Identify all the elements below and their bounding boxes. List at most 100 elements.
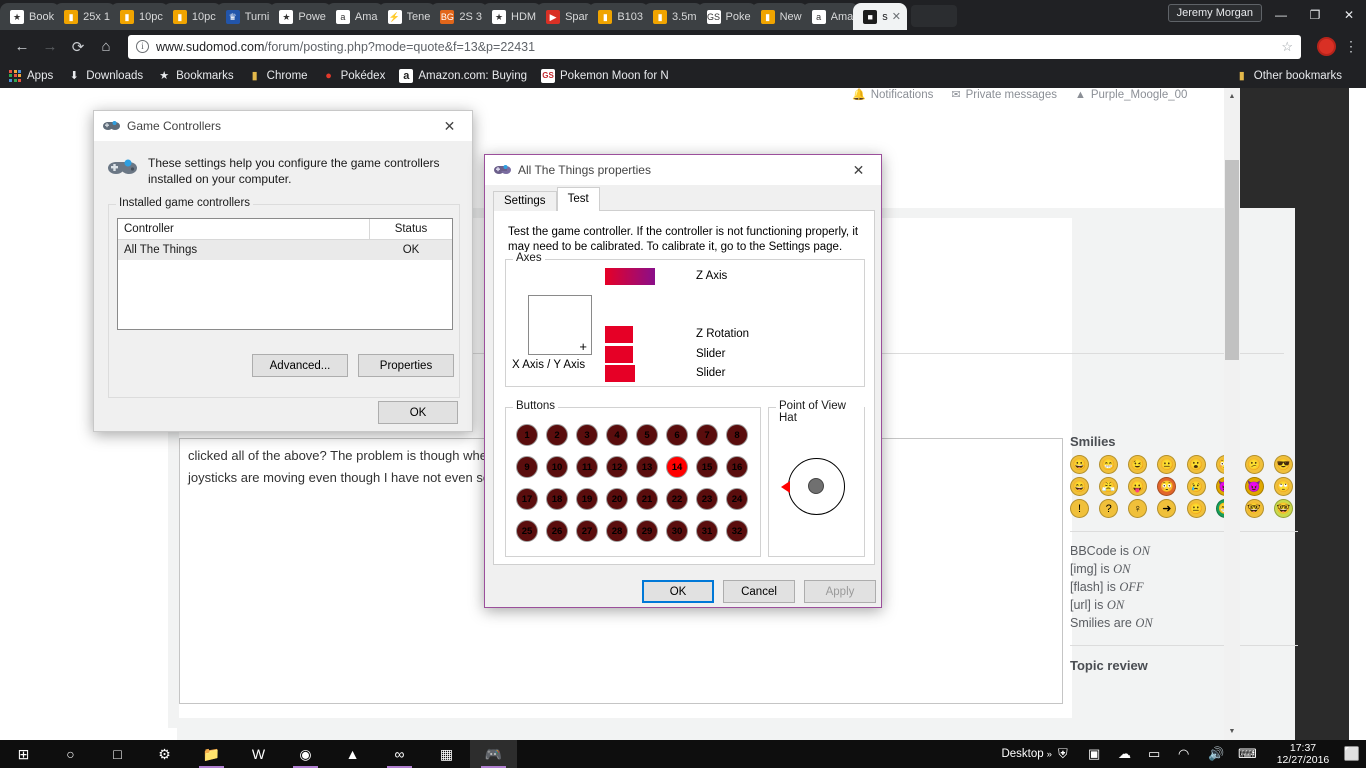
smiley-cry-icon[interactable]: 😢 — [1186, 477, 1206, 496]
page-scrollbar[interactable]: ▲ ▼ — [1224, 88, 1240, 740]
tray-volume-icon[interactable]: 🔊 — [1208, 746, 1238, 762]
desktop-label[interactable]: Desktop» — [995, 740, 1058, 768]
profile-avatar[interactable] — [1317, 37, 1336, 56]
other-bookmarks-item[interactable]: ▮ Other bookmarks — [1235, 69, 1342, 83]
controllers-list[interactable]: Controller Status All The Things OK — [117, 218, 453, 330]
smiley-surprised-icon[interactable]: 😮 — [1186, 455, 1206, 474]
header-link[interactable]: ▲ Purple_Moogle_00 — [1075, 89, 1187, 101]
smiley-neutral-icon[interactable]: 😐 — [1157, 455, 1177, 474]
bookmark-star-icon[interactable]: ☆ — [1281, 39, 1293, 55]
gc-ok-button[interactable]: OK — [378, 401, 458, 424]
taskbar-settings-icon[interactable]: ⚙ — [141, 740, 188, 768]
window-close-button[interactable]: ✕ — [1332, 0, 1366, 30]
browser-tab[interactable]: ▮ B103 — [588, 3, 650, 30]
browser-profile-name[interactable]: Jeremy Morgan — [1167, 4, 1262, 22]
bookmark-item[interactable]: a Amazon.com: Buying — [399, 68, 527, 83]
prop-tab-settings[interactable]: Settings — [493, 191, 557, 211]
prop-dialog-titlebar[interactable]: All The Things properties ✕ — [485, 155, 881, 185]
scrollbar-thumb[interactable] — [1225, 160, 1239, 360]
forward-button[interactable]: → — [36, 33, 64, 61]
smiley-neutral2-icon[interactable]: 😐 — [1186, 499, 1206, 518]
browser-tab[interactable]: ♛ Turni — [215, 3, 276, 30]
table-row[interactable]: All The Things OK — [118, 240, 452, 260]
browser-tab[interactable]: ▮ 10pc — [110, 3, 169, 30]
smiley-mad-icon[interactable]: 😤 — [1099, 477, 1119, 496]
action-center-icon[interactable]: ⬜ — [1338, 740, 1366, 768]
taskbar-vlc-icon[interactable]: ▲ — [329, 740, 376, 768]
browser-tab[interactable]: BG 2S 3 — [430, 3, 489, 30]
smiley-exclaim-icon[interactable]: ! — [1070, 499, 1089, 518]
tray-defender-icon[interactable]: ⛨ — [1058, 746, 1088, 762]
reload-button[interactable]: ⟳ — [64, 33, 92, 61]
taskbar-chrome-icon[interactable]: ◉ — [282, 740, 329, 768]
prop-close-button[interactable]: ✕ — [836, 155, 881, 185]
bookmark-item[interactable]: ★ Bookmarks — [157, 69, 233, 83]
smiley-redface-icon[interactable]: 😳 — [1157, 477, 1177, 496]
clock[interactable]: 17:37 12/27/2016 — [1268, 740, 1338, 768]
smiley-wink-icon[interactable]: 😉 — [1128, 455, 1148, 474]
home-button[interactable]: ⌂ — [92, 33, 120, 61]
advanced-button[interactable]: Advanced... — [252, 354, 348, 377]
browser-tab[interactable]: ▶ Spar — [536, 3, 595, 30]
smiley-geek-icon[interactable]: 🤓 — [1244, 499, 1264, 518]
browser-tab[interactable]: ★ HDM — [482, 3, 543, 30]
browser-tab[interactable]: ★ Book — [0, 3, 61, 30]
taskbar-start-button[interactable]: ⊞ — [0, 740, 47, 768]
taskbar-cortana-search[interactable]: ○ — [47, 740, 94, 768]
smiley-question-icon[interactable]: ? — [1099, 499, 1119, 518]
tray-keyboard-icon[interactable]: ⌨ — [1238, 746, 1268, 762]
new-tab-button[interactable] — [910, 5, 957, 27]
smiley-twisted-icon[interactable]: 😈 — [1244, 477, 1264, 496]
browser-tab[interactable]: a Ama — [801, 3, 860, 30]
prop-cancel-button[interactable]: Cancel — [723, 580, 795, 603]
bookmark-item[interactable]: ▮ Chrome — [248, 69, 308, 83]
tab-close-icon[interactable]: ✕ — [892, 10, 901, 23]
smiley-idea-icon[interactable]: ♀ — [1128, 499, 1148, 518]
back-button[interactable]: ← — [8, 33, 36, 61]
window-minimize-button[interactable]: — — [1264, 0, 1298, 30]
browser-tab[interactable]: ■ s ✕ — [853, 3, 907, 30]
browser-tab[interactable]: ▮ 3.5m — [643, 3, 703, 30]
prop-tab-test[interactable]: Test — [556, 187, 600, 211]
site-info-icon[interactable]: i — [136, 40, 149, 53]
taskbar-task-view[interactable]: □ — [94, 740, 141, 768]
header-link[interactable]: 🔔 Notifications — [852, 88, 933, 102]
taskbar-circuit-icon[interactable]: ▦ — [423, 740, 470, 768]
address-bar[interactable]: i www.sudomod.com/forum/posting.php?mode… — [128, 34, 1301, 59]
column-header-status[interactable]: Status — [370, 219, 452, 239]
browser-tab[interactable]: a Ama — [325, 3, 384, 30]
browser-tab[interactable]: GS Poke — [696, 3, 757, 30]
browser-tab[interactable]: ⚡ Tene — [377, 3, 437, 30]
properties-button[interactable]: Properties — [358, 354, 454, 377]
gc-dialog-titlebar[interactable]: Game Controllers ✕ — [94, 111, 472, 141]
smiley-tongue-icon[interactable]: 😛 — [1128, 477, 1148, 496]
bookmark-item[interactable]: Apps — [8, 69, 53, 83]
smiley-ugeek-icon[interactable]: 🤓 — [1273, 499, 1293, 518]
browser-tab[interactable]: ▮ 25x 1 — [54, 3, 116, 30]
smiley-grin-icon[interactable]: 😁 — [1099, 455, 1119, 474]
smiley-laugh-icon[interactable]: 😀 — [1070, 455, 1089, 474]
taskbar-word-icon[interactable]: W — [235, 740, 282, 768]
bookmark-item[interactable]: ● Pokédex — [322, 69, 385, 83]
tray-network-app-icon[interactable]: ▣ — [1088, 746, 1118, 762]
bookmark-item[interactable]: ⬇ Downloads — [67, 69, 144, 83]
tray-battery-icon[interactable]: ▭ — [1148, 746, 1178, 762]
smiley-cool-icon[interactable]: 😎 — [1273, 455, 1293, 474]
smiley-confused-icon[interactable]: 😕 — [1244, 455, 1264, 474]
header-link[interactable]: ✉ Private messages — [951, 88, 1057, 102]
taskbar-file-explorer-icon[interactable]: 📁 — [188, 740, 235, 768]
chrome-menu-icon[interactable]: ⋮ — [1344, 38, 1358, 55]
browser-tab[interactable]: ▮ New — [750, 3, 808, 30]
browser-tab[interactable]: ★ Powe — [269, 3, 332, 30]
taskbar-arduino-icon[interactable]: ∞ — [376, 740, 423, 768]
browser-tab[interactable]: ▮ 10pc — [162, 3, 222, 30]
smiley-rolleyes-icon[interactable]: 🙄 — [1273, 477, 1293, 496]
scroll-down-arrow[interactable]: ▼ — [1224, 723, 1240, 740]
bookmark-item[interactable]: GS Pokemon Moon for N — [541, 68, 669, 83]
smiley-arrow-icon[interactable]: ➜ — [1157, 499, 1177, 518]
gc-close-button[interactable]: ✕ — [427, 111, 472, 141]
tray-onedrive-icon[interactable]: ☁ — [1118, 746, 1148, 762]
scroll-up-arrow[interactable]: ▲ — [1224, 88, 1240, 105]
column-header-controller[interactable]: Controller — [118, 219, 370, 239]
taskbar-game-controllers-icon[interactable]: 🎮 — [470, 740, 517, 768]
